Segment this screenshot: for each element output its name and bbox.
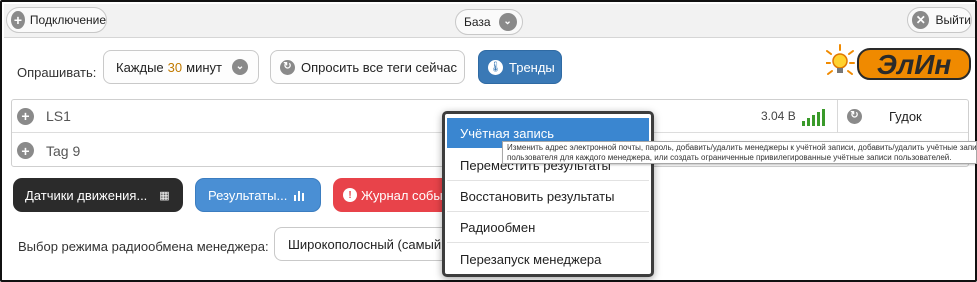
tooltip-line-2: пользователя для каждого менеджера, или … — [507, 153, 952, 162]
connect-button[interactable]: + Подключение — [6, 7, 107, 33]
connect-label: Подключение — [29, 13, 106, 27]
exit-label: Выйти — [935, 13, 971, 27]
menu-item-label: Радиообмен — [460, 220, 536, 235]
motion-sensors-label: Датчики движения... — [25, 187, 148, 203]
tag-name: Tag 9 — [46, 142, 81, 159]
account-tooltip: Изменить адрес электронной почты, пароль… — [502, 141, 977, 164]
interval-prefix: Каждые — [116, 59, 164, 75]
logo-text: ЭлИн — [877, 49, 952, 80]
refresh-icon: ↻ — [847, 108, 862, 124]
beep-button[interactable]: ↻ Гудок — [837, 100, 968, 133]
event-log-button[interactable]: ! Журнал собы — [333, 178, 445, 212]
thermometer-icon: 🌡 — [488, 59, 503, 75]
tag-row[interactable]: + LS1 3.04 В — [12, 100, 837, 133]
app-window: + Подключение База ⌄ ✕ Выйти Опрашивать:… — [0, 0, 977, 282]
interval-unit: минут — [186, 59, 222, 75]
bar-chart-icon — [294, 191, 305, 201]
tag-voltage: 3.04 В — [761, 109, 796, 123]
close-icon: ✕ — [912, 11, 930, 29]
results-label: Результаты... — [208, 187, 288, 203]
tooltip-line-1: Изменить адрес электронной почты, пароль… — [507, 143, 977, 152]
base-label: База — [464, 15, 491, 29]
poll-all-label: Опросить все теги сейчас — [301, 59, 457, 75]
plus-icon: + — [11, 11, 25, 29]
radio-mode-select[interactable]: Широкополосный (самый — [274, 227, 449, 261]
menu-item-radio[interactable]: Радиообмен — [447, 213, 649, 243]
radio-mode-value: Широкополосный (самый — [288, 236, 442, 252]
poll-all-button[interactable]: ↻ Опросить все теги сейчас — [270, 50, 465, 84]
warning-icon: ! — [343, 188, 357, 202]
chevron-down-icon: ⌄ — [498, 13, 517, 31]
menu-item-label: Учётная запись — [460, 125, 555, 141]
chevron-down-icon: ⌄ — [231, 59, 248, 75]
signal-strength-icon — [802, 109, 825, 126]
beep-label: Гудок — [889, 108, 922, 124]
refresh-icon: ↻ — [280, 59, 295, 75]
manager-menu: Учётная запись Переместить результаты Во… — [442, 111, 654, 277]
grid-icon: ▦ — [159, 189, 170, 202]
menu-item-restart-manager[interactable]: Перезапуск менеджера — [447, 244, 649, 274]
menu-item-label: Перезапуск менеджера — [460, 251, 602, 267]
plus-icon[interactable]: + — [17, 107, 34, 125]
poll-interval-dropdown[interactable]: Каждые 30 минут ⌄ — [103, 50, 259, 84]
radio-mode-label: Выбор режима радиообмена менеджера: — [18, 239, 269, 254]
trends-button[interactable]: 🌡 Тренды — [478, 50, 562, 84]
plus-icon[interactable]: + — [17, 142, 34, 159]
motion-sensors-button[interactable]: Датчики движения... ▦ — [13, 178, 183, 212]
tag-name: LS1 — [46, 108, 71, 124]
top-bar: + Подключение База ⌄ ✕ Выйти — [4, 4, 975, 38]
interval-value: 30 — [167, 59, 183, 75]
exit-button[interactable]: ✕ Выйти — [907, 7, 972, 33]
base-dropdown[interactable]: База ⌄ — [455, 9, 523, 35]
results-button[interactable]: Результаты... — [195, 178, 321, 212]
poll-label: Опрашивать: — [17, 65, 97, 80]
trends-label: Тренды — [509, 59, 555, 75]
menu-item-label: Восстановить результаты — [460, 189, 615, 204]
company-logo: ЭлИн — [825, 44, 972, 82]
event-log-label: Журнал собы — [361, 187, 443, 203]
menu-item-restore-results[interactable]: Восстановить результаты — [447, 182, 649, 212]
